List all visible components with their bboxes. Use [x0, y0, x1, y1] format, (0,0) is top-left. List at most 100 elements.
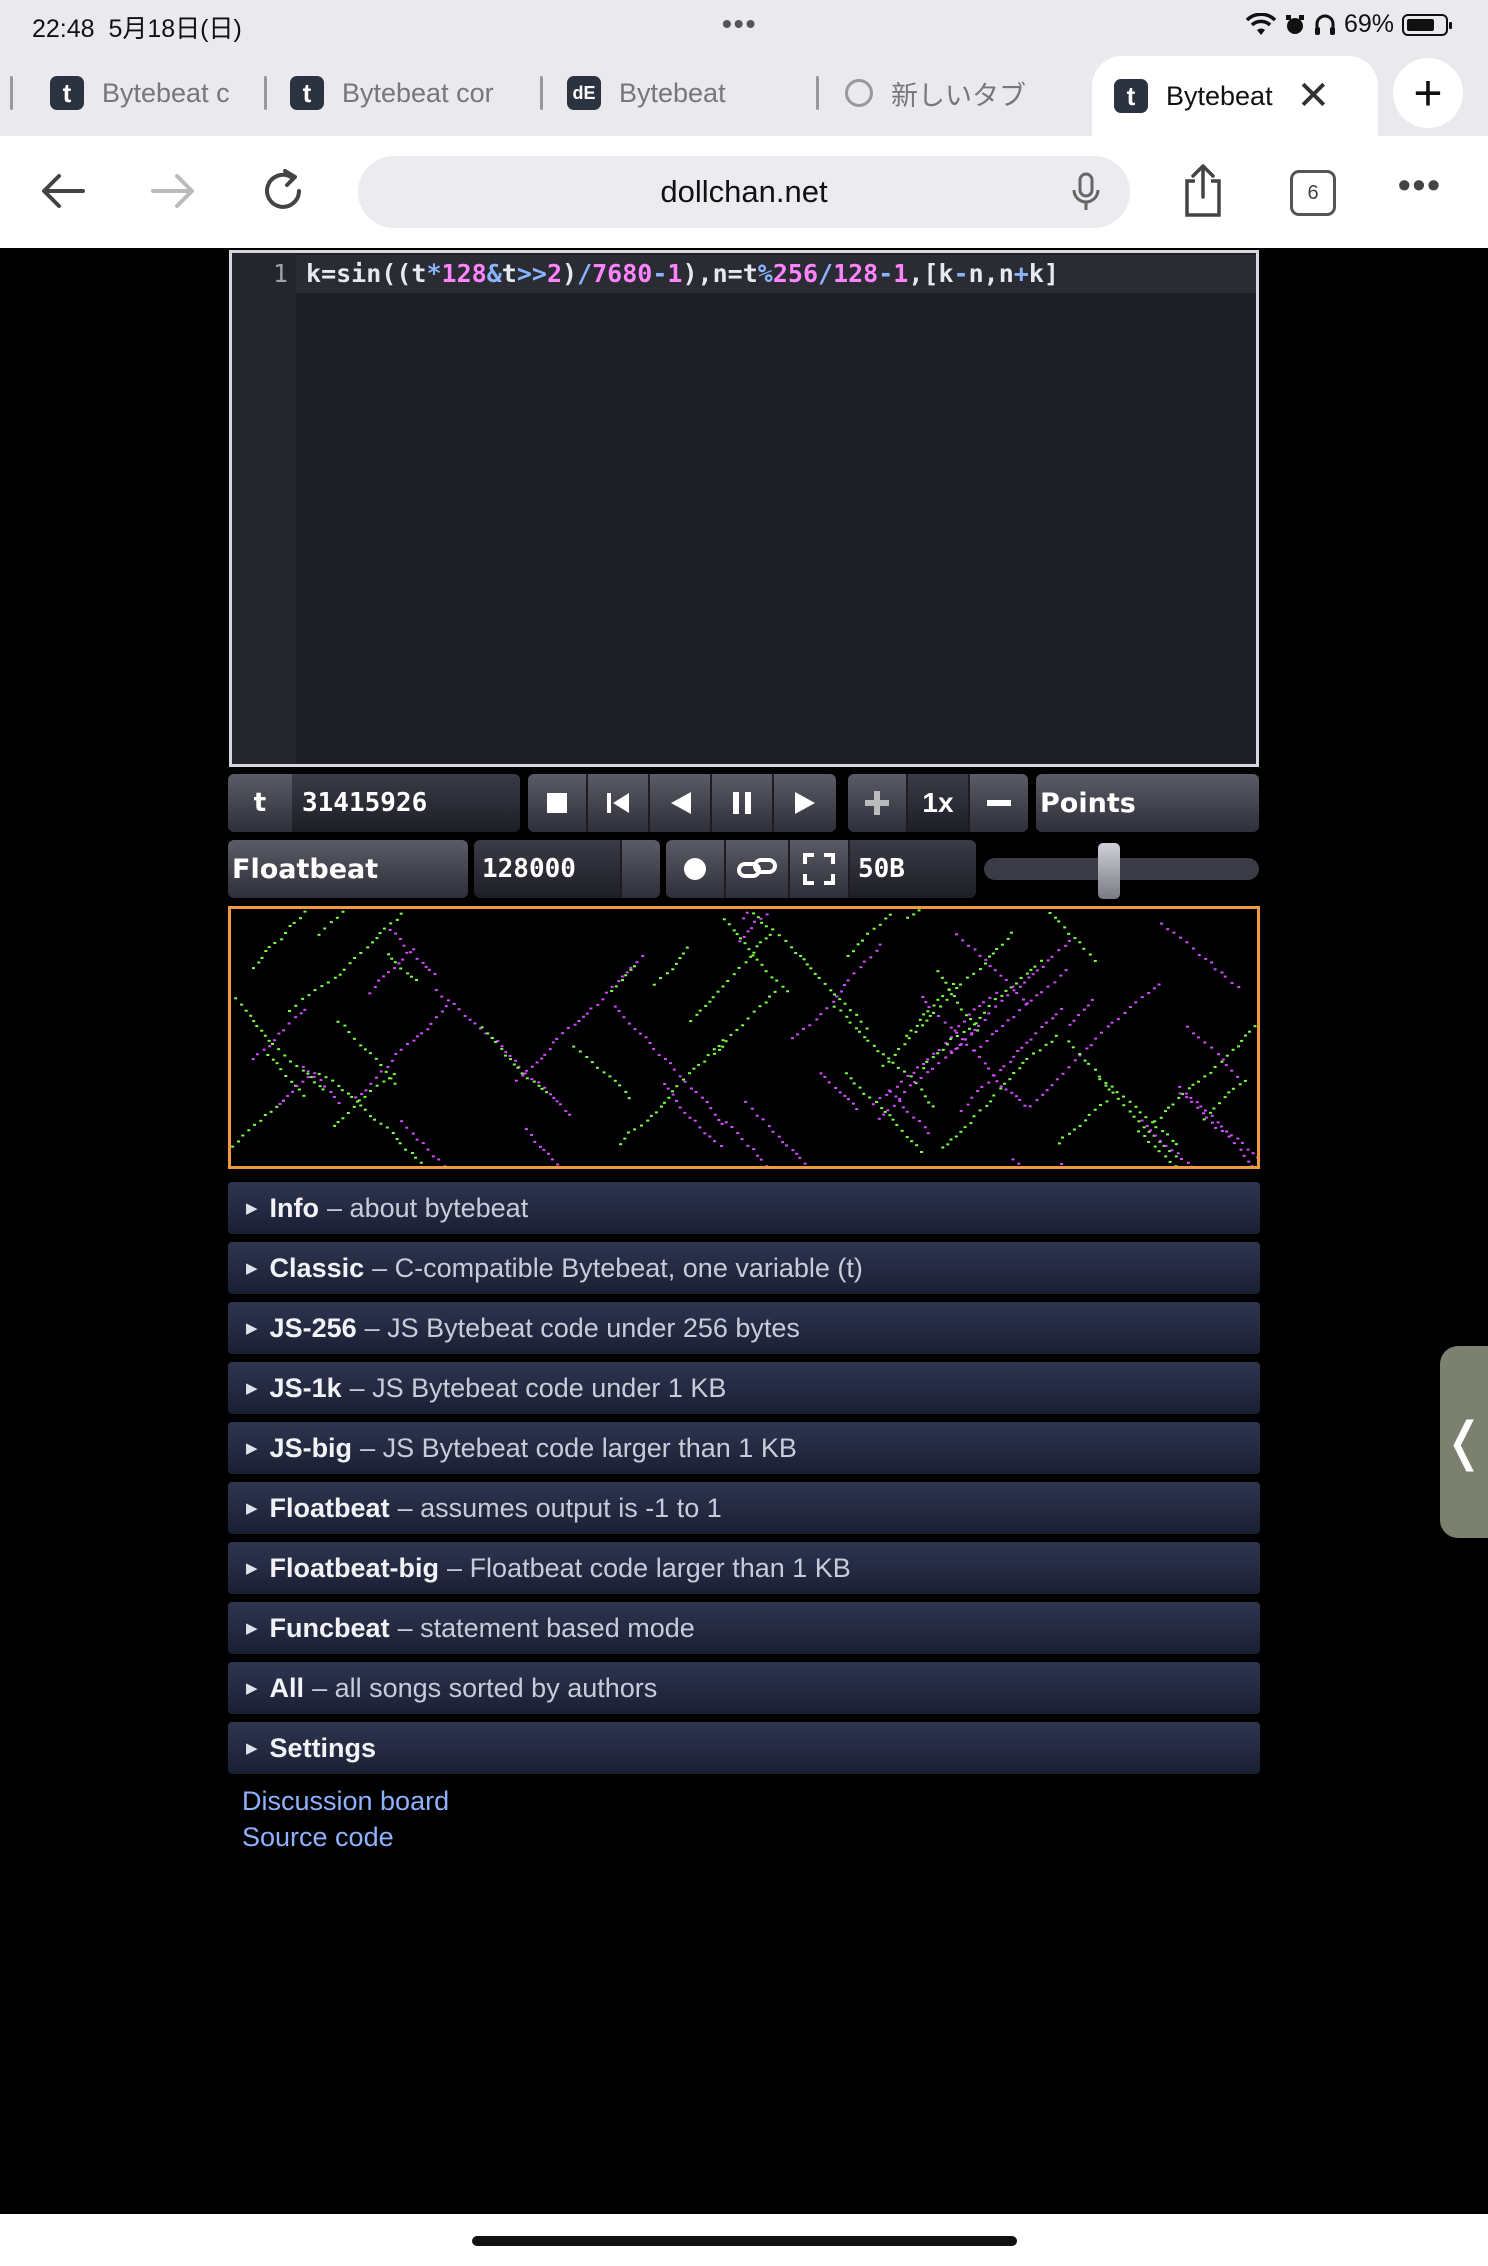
scope-sample: [675, 1099, 679, 1102]
draw-mode-select[interactable]: Points: [1036, 774, 1259, 832]
scope-sample: [760, 921, 764, 924]
section-funcbeat[interactable]: ▶ Funcbeat – statement based mode: [228, 1602, 1260, 1654]
play-button[interactable]: [774, 774, 836, 832]
scope-sample: [767, 1125, 771, 1128]
scope-sample: [923, 1126, 927, 1129]
speed-up-button[interactable]: [848, 774, 908, 832]
scope-sample: [292, 921, 296, 924]
line-number: 1: [272, 259, 288, 288]
scope-sample: [627, 1022, 631, 1025]
tab-4[interactable]: 新しいタブ: [845, 58, 1075, 128]
discussion-board-link[interactable]: Discussion board: [242, 1783, 449, 1819]
microphone-icon[interactable]: [1064, 170, 1108, 214]
more-options-icon[interactable]: •••: [1398, 164, 1442, 206]
sample-rate-input[interactable]: 128000: [474, 840, 622, 898]
section-js-big[interactable]: ▶ JS-big – JS Bytebeat code larger than 1 …: [228, 1422, 1260, 1474]
code-editor[interactable]: 1 k=sin((t*128&t>>2)/7680-1),n=t%256/128…: [229, 250, 1259, 767]
reload-button[interactable]: [248, 156, 318, 226]
restart-button[interactable]: [588, 774, 650, 832]
scope-sample: [1018, 985, 1022, 988]
scope-sample: [1099, 1104, 1102, 1106]
section-js-256[interactable]: ▶ JS-256– JS Bytebeat code under 256 byte…: [228, 1302, 1260, 1354]
scope-sample: [385, 1126, 389, 1129]
scope-sample: [556, 1163, 560, 1166]
scope-sample: [968, 1027, 971, 1030]
scope-sample: [521, 1074, 525, 1077]
scope-sample: [390, 957, 394, 960]
scope-sample: [313, 1072, 317, 1075]
share-button[interactable]: [1168, 156, 1238, 226]
tab-active[interactable]: t Bytebeat ✕: [1092, 56, 1378, 136]
tab-2[interactable]: t Bytebeat cor: [290, 58, 520, 128]
address-bar[interactable]: dollchan.net: [358, 156, 1130, 228]
section-classic[interactable]: ▶ Classic – C-compatible Bytebeat, one var…: [228, 1242, 1260, 1294]
scope-sample: [457, 1008, 461, 1011]
scope-sample: [882, 1113, 886, 1116]
scope-sample: [1197, 954, 1201, 957]
scope-sample: [1192, 1032, 1196, 1035]
scope-sample: [406, 972, 410, 975]
stop-icon: [547, 793, 567, 813]
source-code-link[interactable]: Source code: [242, 1819, 449, 1855]
scope-sample: [1122, 1104, 1126, 1107]
rewind-button[interactable]: [650, 774, 712, 832]
speed-down-button[interactable]: [970, 774, 1028, 832]
side-panel-handle[interactable]: ❬: [1440, 1346, 1488, 1538]
scope-sample: [877, 1117, 881, 1120]
code-line[interactable]: k=sin((t*128&t>>2)/7680-1),n=t%256/128-1…: [306, 259, 1059, 288]
scope-sample: [393, 1082, 397, 1085]
stop-button[interactable]: [528, 774, 588, 832]
new-tab-button[interactable]: +: [1393, 58, 1463, 128]
scope-sample: [967, 1013, 971, 1016]
section-description: – JS Bytebeat code larger than 1 KB: [360, 1432, 797, 1463]
scope-sample: [337, 1102, 341, 1104]
scope-sample: [1202, 1118, 1206, 1121]
tab-overview-button[interactable]: 6: [1290, 170, 1336, 216]
multitask-dots-icon[interactable]: •••: [722, 8, 757, 40]
scope-sample: [987, 1067, 991, 1070]
home-indicator[interactable]: [472, 2236, 1017, 2246]
scope-sample: [813, 972, 817, 975]
scope-sample: [898, 1100, 902, 1102]
volume-slider[interactable]: [984, 843, 1259, 899]
mode-select[interactable]: Floatbeat: [228, 840, 468, 898]
sample-rate-dropdown[interactable]: [622, 840, 660, 898]
share-link-button[interactable]: [726, 840, 790, 898]
scope-sample: [405, 951, 409, 954]
oscilloscope-canvas[interactable]: [228, 906, 1260, 1169]
section-settings[interactable]: ▶ Settings: [228, 1722, 1260, 1774]
scope-sample: [795, 1152, 799, 1155]
disclosure-triangle-icon: ▶: [246, 1380, 258, 1397]
scope-sample: [771, 928, 775, 931]
scope-sample: [697, 1063, 701, 1066]
scope-sample: [514, 1079, 518, 1082]
scope-sample: [1083, 1059, 1087, 1062]
section-info[interactable]: ▶ Info – about bytebeat: [228, 1182, 1260, 1234]
section-js-1k[interactable]: ▶ JS-1k – JS Bytebeat code under 1 KB: [228, 1362, 1260, 1414]
scope-sample: [744, 961, 748, 964]
forward-button[interactable]: [138, 156, 208, 226]
pause-button[interactable]: [712, 774, 774, 832]
tab-3[interactable]: dE Bytebeat: [567, 58, 807, 128]
section-floatbeat[interactable]: ▶ Floatbeat – assumes output is -1 to 1: [228, 1482, 1260, 1534]
scope-sample: [532, 1080, 536, 1083]
section-floatbeat-big[interactable]: ▶ Floatbeat-big – Floatbeat code larger th…: [228, 1542, 1260, 1594]
back-button[interactable]: [28, 156, 98, 226]
scope-sample: [452, 1002, 456, 1005]
volume-slider-thumb[interactable]: [1098, 843, 1120, 899]
scope-sample: [282, 1029, 286, 1032]
scope-sample: [936, 970, 940, 973]
tab-1[interactable]: t Bytebeat c: [50, 58, 240, 128]
close-tab-icon[interactable]: ✕: [1297, 73, 1331, 119]
record-button[interactable]: [666, 840, 726, 898]
fullscreen-button[interactable]: [790, 840, 850, 898]
section-all[interactable]: ▶ All – all songs sorted by authors: [228, 1662, 1260, 1714]
scope-sample: [1064, 944, 1068, 947]
scope-sample: [894, 1095, 898, 1098]
scope-sample: [1050, 955, 1054, 958]
scope-sample: [784, 939, 788, 942]
scope-sample: [980, 1085, 984, 1088]
time-input[interactable]: 31415926: [292, 774, 520, 832]
scope-sample: [273, 942, 277, 944]
scope-sample: [755, 945, 759, 948]
